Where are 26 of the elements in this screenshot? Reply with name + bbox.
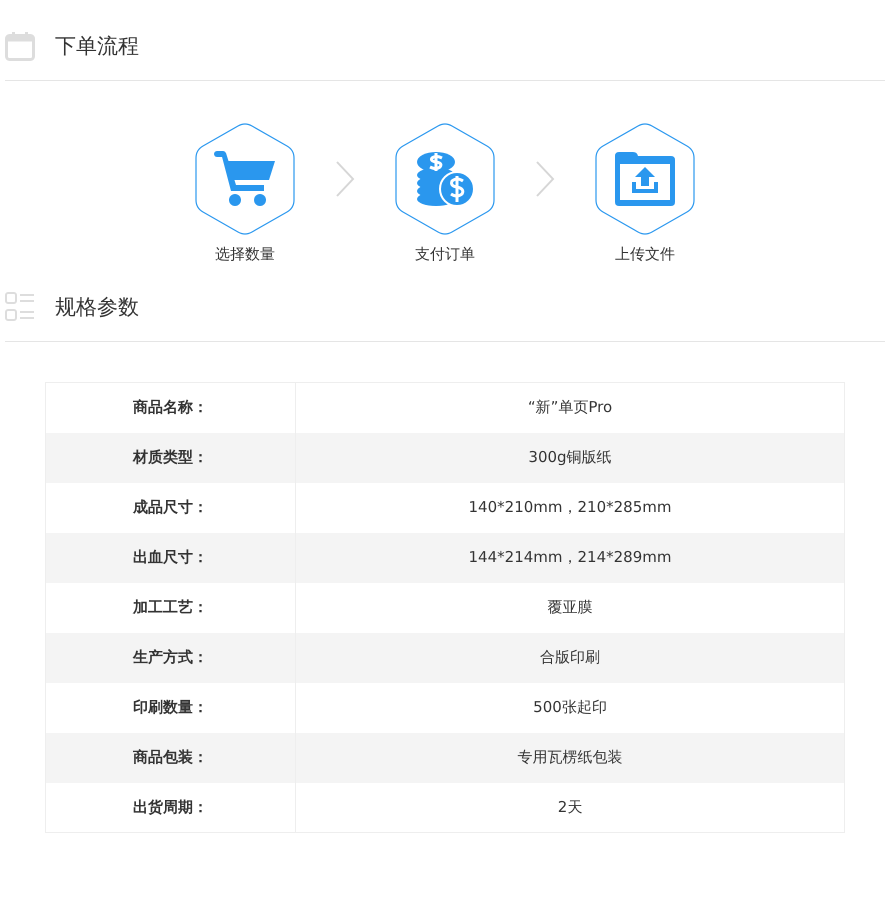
spec-value: “新”单页Pro [296, 382, 844, 432]
spec-value: 专用瓦楞纸包装 [296, 732, 844, 782]
spec-value: 140*210mm，210*285mm [296, 482, 844, 532]
section-title: 下单流程 [55, 33, 139, 60]
shopping-cart-icon [214, 151, 276, 207]
spec-label: 出血尺寸： [46, 532, 296, 582]
spec-label: 出货周期： [46, 782, 296, 832]
section-title: 规格参数 [55, 294, 139, 321]
chevron-right-icon [335, 161, 355, 197]
spec-value: 500张起印 [296, 682, 844, 732]
chevron-right-icon [535, 161, 555, 197]
list-icon [5, 292, 35, 322]
spec-value: 144*214mm，214*289mm [296, 532, 844, 582]
calendar-icon [5, 31, 35, 61]
spec-value: 2天 [296, 782, 844, 832]
spec-value: 合版印刷 [296, 632, 844, 682]
step-label: 选择数量 [215, 245, 275, 264]
spec-label: 材质类型： [46, 432, 296, 482]
spec-value: 300g铜版纸 [296, 432, 844, 482]
folder-upload-icon [615, 152, 675, 206]
spec-label: 商品包装： [46, 732, 296, 782]
coins-icon [416, 151, 474, 207]
spec-label: 生产方式： [46, 632, 296, 682]
spec-value: 覆亚膜 [296, 582, 844, 632]
step-label: 支付订单 [415, 245, 475, 264]
step-label: 上传文件 [615, 245, 675, 264]
